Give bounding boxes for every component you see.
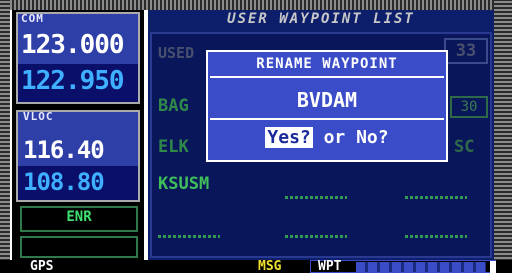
no-option[interactable]: or No? [313, 127, 389, 148]
active-page-indicator [490, 261, 496, 273]
empty-slot [405, 235, 467, 238]
com-label: COM [21, 12, 44, 25]
waypoint-item[interactable]: KSUSM [158, 174, 209, 194]
waypoint-item-right[interactable]: 30 [450, 96, 488, 118]
waypoint-name-field[interactable]: BVDAM [208, 88, 446, 112]
empty-slot [285, 235, 347, 238]
com-standby-frequency: 122.950 [21, 66, 125, 96]
vloc-standby-frequency: 108.80 [23, 168, 105, 196]
gps-mode-label: GPS [30, 259, 54, 273]
com-active-frequency: 123.000 [21, 30, 125, 60]
bezel-top [0, 0, 512, 10]
waypoint-item[interactable]: ELK [158, 137, 189, 157]
page-group-label: WPT [318, 259, 342, 273]
vloc-active-frequency: 116.40 [23, 136, 105, 164]
confirm-prompt: Yes? or No? [208, 127, 446, 148]
used-count: 33 [444, 38, 488, 64]
divider [210, 118, 444, 120]
dialog-title: RENAME WAYPOINT [256, 56, 398, 72]
yes-option[interactable]: Yes? [265, 127, 313, 148]
message-annunciator[interactable]: MSG [258, 259, 281, 273]
waypoint-item[interactable]: BAG [158, 96, 189, 116]
empty-slot [405, 196, 467, 199]
annunciator-box [20, 236, 138, 258]
waypoint-item-right[interactable]: SC [454, 137, 474, 157]
gns-display: COM 123.000 122.950 VLOC 116.40 108.80 E… [0, 0, 512, 273]
used-label: USED [158, 44, 195, 62]
empty-slot [285, 196, 347, 199]
vloc-label: VLOC [23, 110, 54, 123]
bezel-right [494, 0, 512, 273]
empty-slot [158, 235, 220, 238]
bezel-left [0, 0, 10, 273]
page-indicator [356, 262, 486, 272]
divider [210, 76, 444, 78]
page-title: USER WAYPOINT LIST [227, 11, 415, 27]
cdi-mode-label: ENR [66, 209, 92, 225]
